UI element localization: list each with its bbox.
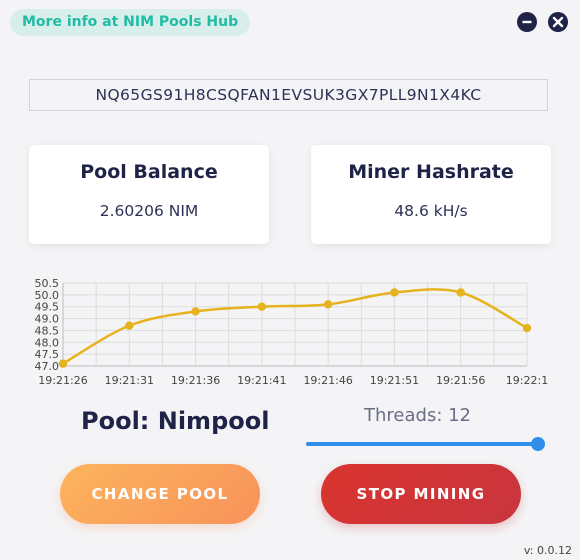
miner-hashrate-value: 48.6 kH/s (394, 202, 468, 220)
hashrate-chart: 47.0 47.5 48.0 48.5 49.0 49.5 50.0 50.5 19:21:26… (0, 270, 580, 395)
y-tick-label: 49.0 (35, 313, 60, 326)
version-label: v: 0.0.12 (523, 544, 572, 557)
x-tick-label: 19:21:26 (38, 374, 87, 387)
y-tick-label: 50.0 (35, 289, 60, 302)
y-tick-label: 49.5 (35, 301, 60, 314)
x-tick-label: 19:22:1 (506, 374, 548, 387)
y-tick-label: 48.5 (35, 324, 60, 337)
y-tick-label: 48.0 (35, 336, 60, 349)
minimize-button[interactable] (517, 12, 537, 32)
hashrate-chart-svg: 47.047.548.048.549.049.550.050.5 19:21:26… (35, 277, 549, 387)
change-pool-button[interactable]: CHANGE POOL (60, 464, 260, 524)
data-point (58, 359, 68, 368)
y-tick-label: 47.5 (35, 348, 60, 361)
x-tick-label: 19:21:31 (105, 374, 154, 387)
miner-hashrate-card: Miner Hashrate 48.6 kH/s (311, 145, 551, 244)
threads-label: Threads: 12 (364, 405, 472, 426)
x-tick-label: 19:21:41 (237, 374, 286, 387)
data-point (257, 302, 267, 311)
pool-balance-card: Pool Balance 2.60206 NIM (29, 145, 269, 244)
data-point (456, 288, 465, 297)
pools-hub-link[interactable]: More info at NIM Pools Hub (10, 9, 251, 36)
pool-name: Pool: Nimpool (81, 407, 270, 435)
stop-mining-button[interactable]: STOP MINING (321, 464, 521, 524)
x-tick-label: 19:21:56 (436, 374, 485, 387)
wallet-address-field[interactable]: NQ65GS91H8CSQFAN1EVSUK3GX7PLL9N1X4KC (29, 79, 548, 111)
threads-slider[interactable] (306, 435, 545, 453)
data-point (390, 288, 399, 297)
close-button[interactable] (548, 12, 568, 32)
minus-icon (522, 20, 532, 24)
y-tick-label: 50.5 (35, 277, 60, 290)
miner-hashrate-title: Miner Hashrate (348, 161, 514, 183)
x-tick-label: 19:21:51 (370, 374, 419, 387)
miner-window: More info at NIM Pools Hub NQ65GS91H8CSQ… (0, 0, 580, 560)
data-point (323, 300, 333, 309)
pool-balance-value: 2.60206 NIM (99, 202, 199, 220)
y-tick-label: 47.0 (35, 360, 60, 373)
x-tick-label: 19:21:46 (303, 374, 352, 387)
data-point (522, 323, 532, 333)
close-icon (552, 16, 564, 28)
slider-fill (306, 442, 538, 446)
data-point (125, 321, 134, 330)
pool-balance-title: Pool Balance (80, 161, 218, 183)
slider-thumb[interactable] (531, 437, 545, 451)
data-point (191, 307, 200, 316)
x-tick-label: 19:21:36 (171, 374, 220, 387)
